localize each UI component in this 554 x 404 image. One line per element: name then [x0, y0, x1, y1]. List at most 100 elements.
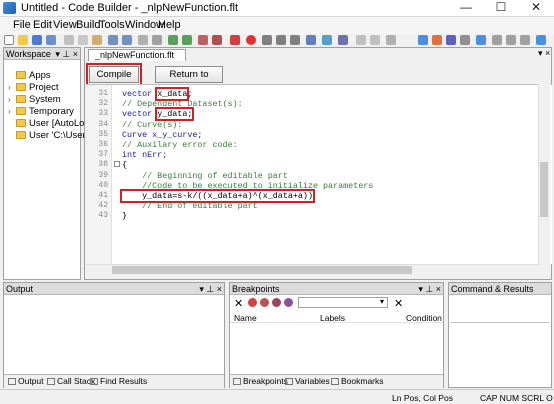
- breakpoint-red-icon[interactable]: [248, 298, 257, 307]
- column-labels[interactable]: Labels: [320, 313, 345, 323]
- tab-variables[interactable]: Variables: [285, 376, 330, 386]
- debug-icon[interactable]: [338, 35, 348, 45]
- menu-edit[interactable]: Edit: [33, 19, 52, 31]
- tab-close-icon[interactable]: ▾ ×: [538, 48, 550, 59]
- code-line: // Curve(s):: [122, 120, 182, 130]
- line-number: 38: [98, 160, 108, 170]
- tree-item-user-path[interactable]: User 'C:\Users\: [8, 130, 93, 141]
- menu-help[interactable]: Help: [158, 19, 181, 31]
- column-name[interactable]: Name: [234, 313, 257, 323]
- line-number: 42: [98, 201, 108, 211]
- workspace-toggle-icon[interactable]: [356, 35, 366, 45]
- command-input[interactable]: [450, 324, 550, 386]
- panel-pin-icon[interactable]: ▾ ⊥ ×: [418, 283, 441, 295]
- menu-file[interactable]: File: [13, 19, 31, 31]
- menu-view[interactable]: View: [53, 19, 77, 31]
- close-button[interactable]: ✕: [519, 0, 553, 16]
- highlighted-code: x_data: [155, 87, 190, 101]
- output-title: Output: [6, 284, 34, 294]
- open-folder-icon[interactable]: [18, 35, 28, 45]
- rebuild-icon[interactable]: [212, 35, 222, 45]
- save-all-icon[interactable]: [46, 35, 56, 45]
- tab-bookmarks[interactable]: Bookmarks: [331, 376, 384, 386]
- window-title: Untitled - Code Builder - _nlpNewFunctio…: [21, 2, 239, 14]
- window-list-icon[interactable]: [492, 35, 502, 45]
- breakpoint-icon[interactable]: [246, 35, 256, 45]
- expand-icon[interactable]: ›: [8, 83, 16, 92]
- help-icon[interactable]: [476, 35, 486, 45]
- tile-icon[interactable]: [506, 35, 516, 45]
- breakpoints-toolbar: ✕ ▾ ✕: [234, 297, 440, 310]
- breakpoint-filter-select[interactable]: [298, 297, 388, 308]
- return-to-dialog-button[interactable]: Return to Dialog: [155, 66, 223, 95]
- watch-icon[interactable]: [306, 35, 316, 45]
- maximize-button[interactable]: ☐: [484, 0, 518, 16]
- breakpoint-disable-icon[interactable]: [260, 298, 269, 307]
- menu-tools[interactable]: Tools: [99, 19, 125, 31]
- delete-icon[interactable]: ✕: [234, 297, 243, 310]
- settings-icon[interactable]: [446, 35, 456, 45]
- vertical-scroll-thumb[interactable]: [540, 162, 548, 217]
- tab-nlpnewfunction[interactable]: _nlpNewFunction.flt: [88, 49, 186, 61]
- undo-icon[interactable]: [108, 35, 118, 45]
- tree-item-apps[interactable]: Apps: [8, 70, 51, 81]
- horizontal-scroll-thumb[interactable]: [112, 266, 412, 274]
- output-icon: [8, 378, 16, 386]
- link-icon[interactable]: [418, 35, 428, 45]
- output-toggle-icon[interactable]: [370, 35, 380, 45]
- code-line: // End of editable part: [122, 201, 258, 211]
- line-number: 43: [98, 211, 108, 221]
- tree-item-system[interactable]: › System: [8, 94, 61, 105]
- breakpoints-icon: [233, 378, 241, 386]
- about-icon[interactable]: [536, 35, 546, 45]
- outdent-icon[interactable]: [182, 35, 192, 45]
- fold-toggle-icon[interactable]: [114, 161, 120, 168]
- stop-icon[interactable]: [230, 35, 240, 45]
- step-into-icon[interactable]: [262, 35, 272, 45]
- redo-icon[interactable]: [122, 35, 132, 45]
- breakpoint-condition-icon[interactable]: [284, 298, 293, 307]
- code-editor[interactable]: 31 32 33 34 35 36 37 38 39 40 41 42 43 vector x_data…: [86, 84, 552, 265]
- tab-find-results[interactable]: Find Results: [90, 376, 147, 386]
- panel-pin-icon[interactable]: ▾ ⊥ ×: [199, 283, 222, 295]
- panel-pin-icon[interactable]: ▾ ⊥ ×: [55, 48, 78, 60]
- tree-item-user-autoload[interactable]: User [AutoLoa: [8, 118, 90, 129]
- column-condition[interactable]: Condition: [406, 313, 442, 323]
- run-icon[interactable]: [322, 35, 332, 45]
- chevron-down-icon[interactable]: ▾: [380, 297, 384, 306]
- replace-icon[interactable]: [152, 35, 162, 45]
- compile-button[interactable]: Compile: [86, 63, 142, 86]
- tree-item-project[interactable]: › Project: [8, 82, 59, 93]
- copy-icon[interactable]: [78, 35, 88, 45]
- minimize-button[interactable]: —: [449, 0, 483, 16]
- breakpoint-clear-icon[interactable]: [272, 298, 281, 307]
- tab-output[interactable]: Output: [8, 376, 44, 386]
- expand-icon[interactable]: ›: [8, 107, 16, 116]
- options-icon[interactable]: [386, 35, 396, 45]
- tab-breakpoints[interactable]: Breakpoints: [233, 376, 288, 386]
- cut-icon[interactable]: [64, 35, 74, 45]
- save-icon[interactable]: [32, 35, 42, 45]
- step-out-icon[interactable]: [290, 35, 300, 45]
- code-token: }: [122, 211, 128, 222]
- line-number: 31: [98, 89, 108, 98]
- cascade-icon[interactable]: [520, 35, 530, 45]
- line-number: 32: [98, 99, 108, 109]
- tools-icon[interactable]: [432, 35, 442, 45]
- find-icon[interactable]: [138, 35, 148, 45]
- new-file-icon[interactable]: [4, 35, 14, 45]
- build-icon[interactable]: [198, 35, 208, 45]
- expand-icon[interactable]: ›: [8, 95, 16, 104]
- breakpoints-panel: Breakpoints ▾ ⊥ × ✕ ▾ ✕ Name Labels Cond…: [229, 282, 444, 388]
- menu-build[interactable]: Build: [76, 19, 100, 31]
- tree-item-temporary[interactable]: › Temporary: [8, 106, 74, 117]
- indent-icon[interactable]: [168, 35, 178, 45]
- close-icon[interactable]: ✕: [394, 297, 403, 310]
- tab-call-stack[interactable]: Call Stack: [47, 376, 95, 386]
- bookmarks-icon: [331, 378, 339, 386]
- workspace-header: Workspace ▾ ⊥ ×: [4, 48, 80, 60]
- step-over-icon[interactable]: [276, 35, 286, 45]
- paste-icon[interactable]: [92, 35, 102, 45]
- title-bar: Untitled - Code Builder - _nlpNewFunctio…: [0, 0, 554, 17]
- calculator-icon[interactable]: [460, 35, 470, 45]
